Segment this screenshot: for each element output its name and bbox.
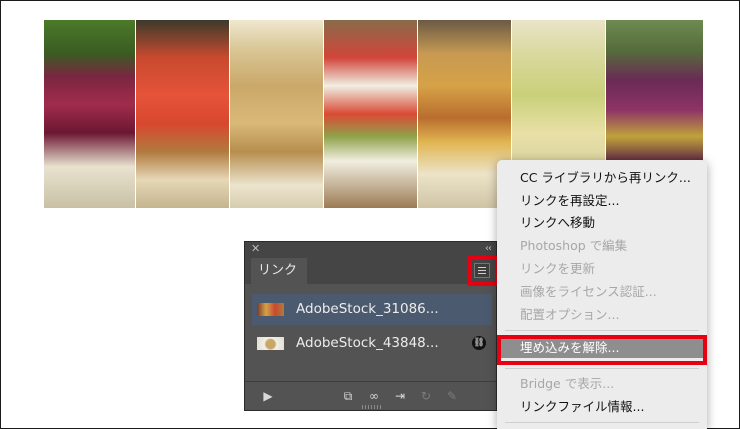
show-link-info-icon[interactable]: ▶ [259,387,277,405]
photo-tile-caprese-toast [324,20,418,208]
links-panel: ✕ ‹‹ リンク AdobeStock_31086... AdobeStock_… [244,241,497,411]
link-thumbnail [257,303,284,316]
photo-tile-couscous [230,20,324,208]
panel-tab-row: リンク [245,256,496,284]
menu-item-relink[interactable]: リンクを再設定... [520,191,619,211]
link-filename: AdobeStock_31086... [296,301,439,317]
link-thumbnail [257,337,284,350]
tab-links[interactable]: リンク [251,258,307,284]
chain-link-icon: ⛓ [472,336,486,350]
menu-item-update-link[interactable]: リンクを更新 [520,259,595,279]
resize-grip-icon[interactable] [362,405,382,409]
menu-item-reveal-in-bridge[interactable]: Bridge で表示... [520,374,614,394]
menu-item-placement-options[interactable]: 配置オプション... [520,305,619,325]
highlight-box-menu-button [468,256,500,286]
collapse-icon[interactable]: ‹‹ [485,242,492,256]
menu-separator [505,422,699,423]
update-link-icon[interactable]: ↻ [417,387,435,405]
menu-separator [505,330,699,331]
link-row[interactable]: AdobeStock_43848... ⛓ [252,328,492,359]
menu-item-go-to-link[interactable]: リンクへ移動 [520,213,595,233]
menu-item-link-file-info[interactable]: リンクファイル情報... [520,397,644,417]
link-row[interactable]: AdobeStock_31086... [252,294,492,325]
go-to-link-icon[interactable]: ⇥ [391,387,409,405]
link-filename: AdobeStock_43848... [296,335,439,351]
menu-item-license-image[interactable]: 画像をライセンス認証... [520,282,657,302]
relink-icon[interactable]: ∞ [365,387,383,405]
relink-cc-library-icon[interactable]: ⧉ [339,387,357,405]
menu-item-relink-from-cc-library[interactable]: CC ライブラリから再リンク... [520,168,691,188]
panel-title-bar[interactable] [245,242,496,256]
highlight-box-unembed-item [497,335,707,365]
photo-tile-tomato-bruschetta [136,20,230,208]
menu-item-edit-in-photoshop[interactable]: Photoshop で編集 [520,236,627,256]
panel-context-menu: CC ライブラリから再リンク... リンクを再設定... リンクへ移動 Phot… [497,160,707,429]
edit-original-icon[interactable]: ✎ [443,387,461,405]
close-icon[interactable]: ✕ [251,242,260,256]
photo-tile-red-cabbage [44,20,136,208]
menu-separator [505,368,699,369]
